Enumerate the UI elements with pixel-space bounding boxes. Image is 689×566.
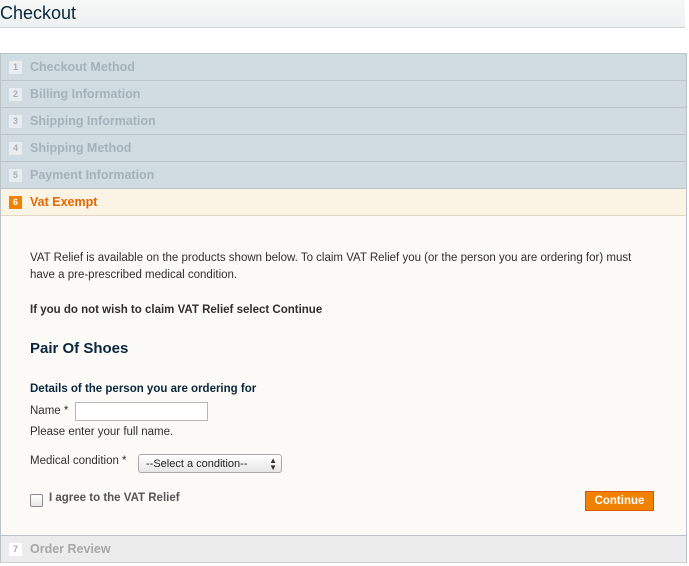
step-number: 2 bbox=[9, 87, 22, 101]
step-number: 7 bbox=[9, 542, 22, 556]
step-number: 6 bbox=[9, 195, 22, 209]
name-label: Name * bbox=[30, 405, 69, 417]
step-number: 1 bbox=[9, 60, 22, 74]
step-label: Checkout Method bbox=[30, 60, 135, 74]
step-label: Vat Exempt bbox=[30, 195, 98, 209]
page-title-bar: Checkout bbox=[0, 0, 685, 28]
step-number: 5 bbox=[9, 168, 22, 182]
step-label: Shipping Information bbox=[30, 114, 156, 128]
medical-condition-label: Medical condition * bbox=[30, 455, 127, 467]
page-title: Checkout bbox=[0, 3, 77, 23]
chevron-updown-icon: ▲ ▼ bbox=[269, 456, 277, 472]
step-checkout-method[interactable]: 1 Checkout Method bbox=[1, 53, 686, 80]
step-shipping-information[interactable]: 3 Shipping Information bbox=[1, 107, 686, 134]
step-number: 3 bbox=[9, 114, 22, 128]
step-billing-information[interactable]: 2 Billing Information bbox=[1, 80, 686, 107]
agree-checkbox[interactable] bbox=[30, 494, 43, 507]
name-field[interactable] bbox=[75, 402, 208, 421]
step-label: Order Review bbox=[30, 542, 111, 556]
vat-exempt-panel: VAT Relief is available on the products … bbox=[1, 216, 686, 535]
step-shipping-method[interactable]: 4 Shipping Method bbox=[1, 134, 686, 161]
vat-intro-text: VAT Relief is available on the products … bbox=[30, 252, 632, 281]
continue-button[interactable]: Continue bbox=[585, 491, 654, 511]
step-label: Payment Information bbox=[30, 168, 155, 182]
vat-notice: If you do not wish to claim VAT Relief s… bbox=[30, 304, 323, 316]
step-label: Billing Information bbox=[30, 87, 141, 101]
select-value: --Select a condition-- bbox=[146, 457, 248, 470]
product-name: Pair Of Shoes bbox=[30, 340, 129, 357]
details-heading: Details of the person you are ordering f… bbox=[30, 383, 257, 395]
medical-condition-select[interactable]: --Select a condition-- ▲ ▼ bbox=[138, 454, 282, 473]
step-number: 4 bbox=[9, 141, 22, 155]
name-hint: Please enter your full name. bbox=[30, 426, 174, 438]
step-vat-exempt[interactable]: 6 Vat Exempt bbox=[1, 188, 686, 216]
step-order-review[interactable]: 7 Order Review bbox=[1, 535, 686, 563]
step-label: Shipping Method bbox=[30, 141, 132, 155]
checkout-steps: 1 Checkout Method 2 Billing Information … bbox=[0, 53, 687, 563]
agree-label[interactable]: I agree to the VAT Relief bbox=[49, 492, 180, 504]
step-payment-information[interactable]: 5 Payment Information bbox=[1, 161, 686, 188]
